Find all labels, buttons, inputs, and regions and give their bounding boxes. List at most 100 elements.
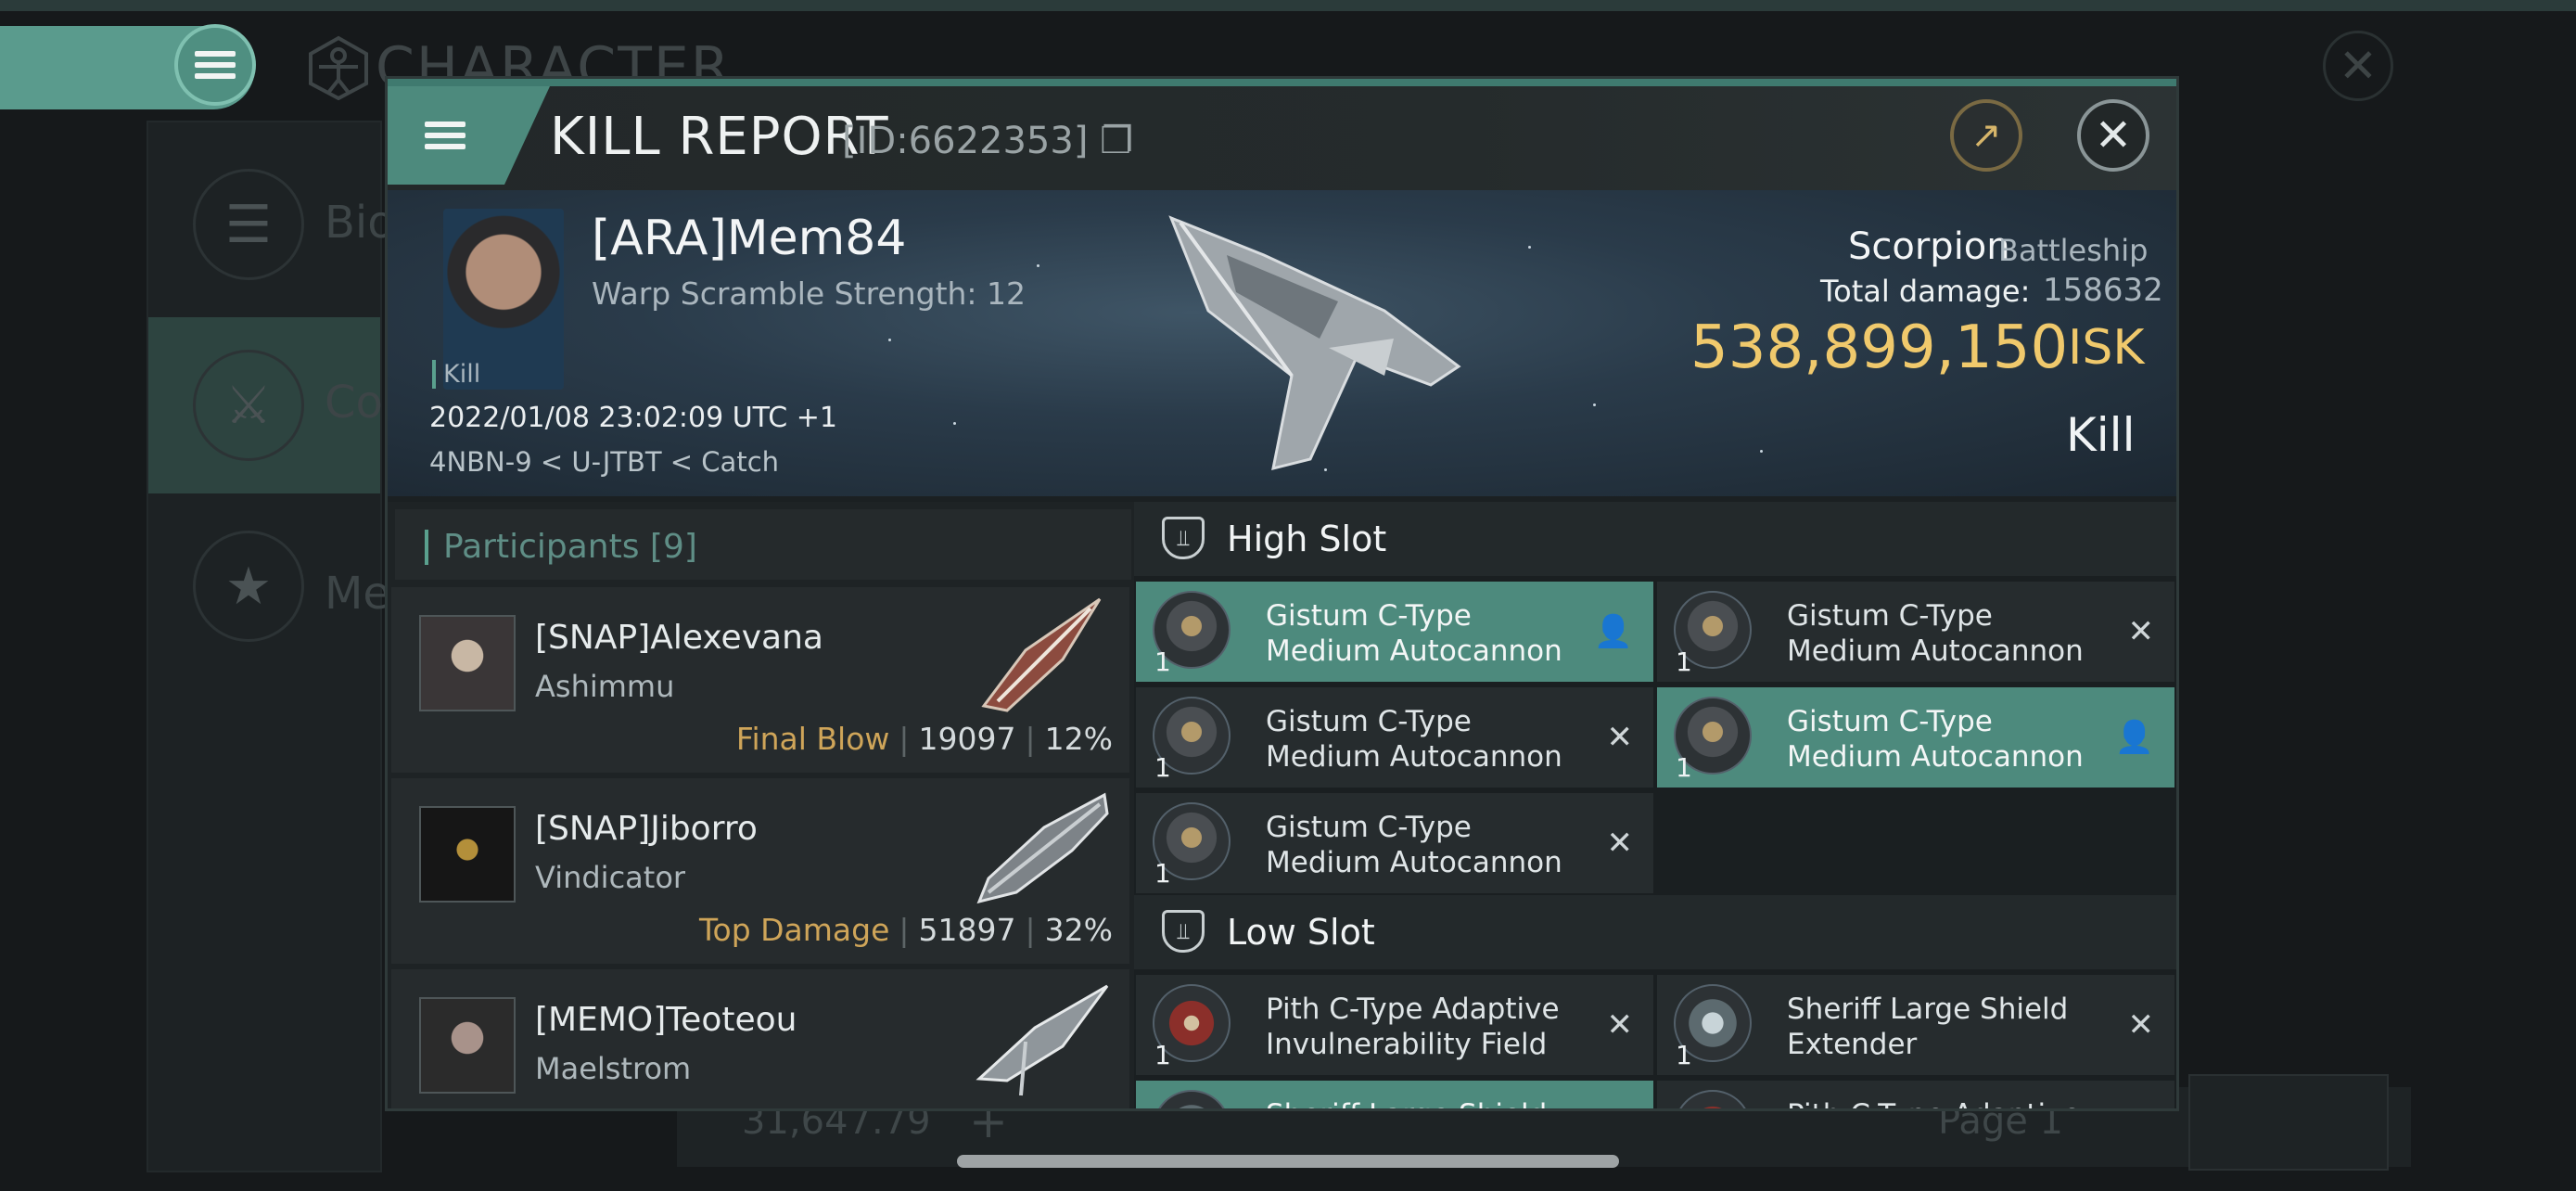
- kill-result: Kill: [2066, 408, 2136, 462]
- participant-avatar[interactable]: [419, 615, 516, 711]
- isk-unit: ISK: [2068, 320, 2145, 376]
- destroyed-x-icon: ✕: [2127, 1006, 2155, 1044]
- background-close-button[interactable]: ✕: [2323, 31, 2393, 101]
- low-slot-header: ⫫ Low Slot: [1134, 895, 2176, 969]
- participant-ship: Maelstrom: [535, 1051, 692, 1086]
- participants-count: [9]: [649, 528, 697, 566]
- home-indicator[interactable]: [957, 1155, 1619, 1168]
- kill-report-id[interactable]: [ID:6622353] ❐: [842, 120, 1133, 162]
- module-name: Sheriff Large Shield: [1266, 1097, 1590, 1108]
- module-quantity: 1: [1676, 752, 1692, 783]
- share-button[interactable]: ↗: [1950, 99, 2022, 172]
- final-blow-tag: Final Blow: [735, 721, 890, 757]
- participant-row[interactable]: [SNAP]Alexevana Ashimmu Final Blow | 19097…: [391, 587, 1129, 773]
- participant-row[interactable]: [MEMO]Teoteou Maelstrom: [391, 969, 1129, 1108]
- copy-icon: ❐: [1100, 120, 1134, 162]
- participant-ship: Vindicator: [535, 860, 686, 895]
- module-item[interactable]: 1 Gistum C-Type Medium Autocannon ✕: [1136, 793, 1653, 893]
- star-medal-icon: ★: [193, 531, 304, 642]
- module-name: Gistum C-Type Medium Autocannon: [1266, 705, 1562, 774]
- participant-damage: 51897: [918, 912, 1016, 948]
- close-button[interactable]: ✕: [2077, 99, 2149, 172]
- module-item[interactable]: 1 Gistum C-Type Medium Autocannon ✕: [1136, 687, 1653, 788]
- dialog-title: KILL REPORT: [550, 107, 889, 167]
- high-slot-icon: ⫫: [1162, 517, 1205, 559]
- top-status-bar: [0, 0, 2576, 11]
- participant-percent: 12%: [1044, 721, 1113, 757]
- hamburger-icon: [195, 45, 236, 84]
- vitruvian-icon: [309, 35, 368, 100]
- module-item[interactable]: 1 Sheriff Large Shield Extender ✕: [1657, 975, 2174, 1075]
- ship-name[interactable]: Scorpion: [1848, 225, 2010, 268]
- destroyed-x-icon: ✕: [1606, 825, 1634, 862]
- module-quantity: 1: [1154, 1040, 1171, 1070]
- participant-avatar[interactable]: [419, 806, 516, 903]
- total-damage-value: 158632: [2043, 272, 2163, 309]
- module-item[interactable]: Pith C-Type Adaptive: [1657, 1081, 2174, 1108]
- module-item[interactable]: 1 Gistum C-Type Medium Autocannon 👤: [1136, 582, 1653, 682]
- kill-report-dialog: KILL REPORT [ID:6622353] ❐ ↗ ✕ [ARA]Mem8…: [385, 76, 2179, 1111]
- module-item[interactable]: 1 Gistum C-Type Medium Autocannon 👤: [1657, 687, 2174, 788]
- participant-ship-render: [981, 597, 1102, 712]
- participant-name: [SNAP]Jiborro: [535, 810, 758, 848]
- hamburger-icon: [425, 116, 465, 155]
- top-damage-tag: Top Damage: [698, 912, 890, 948]
- module-quantity: 1: [1154, 752, 1171, 783]
- participant-row[interactable]: [SNAP]Jiborro Vindicator Top Damage | 5189…: [391, 778, 1129, 964]
- victim-banner: [ARA]Mem84 Warp Scramble Strength: 12 Ki…: [388, 190, 2176, 496]
- module-name: Gistum C-Type Medium Autocannon: [1787, 599, 2084, 668]
- victim-name[interactable]: [ARA]Mem84: [592, 211, 906, 266]
- destroyed-x-icon: ✕: [2127, 613, 2155, 650]
- character-sidebar: ☰ Bio ⚔ Co ★ Me: [147, 121, 395, 1172]
- participant-ship-render: [976, 984, 1109, 1096]
- destroyed-x-icon: ✕: [1606, 1006, 1634, 1044]
- list-icon: ☰: [193, 169, 304, 280]
- main-menu-button[interactable]: [174, 24, 256, 106]
- sidebar-item-medals[interactable]: ★ Me: [148, 521, 390, 698]
- participant-name: [SNAP]Alexevana: [535, 619, 823, 657]
- close-icon: ✕: [2339, 39, 2378, 93]
- participant-stats: Final Blow | 19097 | 12%: [735, 721, 1113, 757]
- pilot-icon: 👤: [2114, 719, 2154, 756]
- low-slot-icon: ⫫: [1162, 910, 1205, 953]
- kill-tag: Kill: [432, 360, 480, 389]
- ship-render[interactable]: [1153, 199, 1468, 478]
- kill-location[interactable]: 4NBN-9 < U-JTBT < Catch: [429, 446, 779, 478]
- participant-stats: Top Damage | 51897 | 32%: [698, 912, 1113, 948]
- module-name: Pith C-Type Adaptive Invulnerability Fiel…: [1266, 992, 1560, 1061]
- crossed-swords-icon: ⚔: [193, 350, 304, 461]
- participants-header[interactable]: Participants [9]: [395, 509, 1131, 580]
- participant-ship: Ashimmu: [535, 669, 675, 704]
- filter-button[interactable]: [2188, 1074, 2389, 1171]
- participants-title: Participants [9]: [425, 530, 697, 565]
- kill-datetime: 2022/01/08 23:02:09 UTC +1: [429, 402, 837, 434]
- module-quantity: 1: [1676, 647, 1692, 677]
- warp-scramble-strength: Warp Scramble Strength: 12: [592, 275, 1027, 312]
- high-slot-header: ⫫ High Slot: [1134, 502, 2176, 576]
- module-name: Gistum C-Type Medium Autocannon: [1787, 705, 2084, 774]
- fitting-panel: ⫫ High Slot 1 Gistum C-Type Medium Autoca…: [1134, 502, 2176, 1108]
- module-quantity: 1: [1676, 1040, 1692, 1070]
- module-item[interactable]: 1 Gistum C-Type Medium Autocannon ✕: [1657, 582, 2174, 682]
- participant-avatar[interactable]: [419, 997, 516, 1094]
- module-name: Gistum C-Type Medium Autocannon: [1266, 599, 1562, 668]
- isk-value: 538,899,150: [1690, 314, 2069, 382]
- invulnerability-field-icon: [1674, 1090, 1752, 1108]
- module-item[interactable]: 1 Pith C-Type Adaptive Invulnerability Fi…: [1136, 975, 1653, 1075]
- high-slot-label: High Slot: [1227, 519, 1387, 559]
- sidebar-item-combat[interactable]: ⚔ Co: [148, 317, 383, 493]
- sidebar-item-label: Me: [325, 568, 390, 620]
- participant-percent: 32%: [1044, 912, 1113, 948]
- participants-panel: Participants [9] [SNAP]Alexevana Ashimmu…: [388, 502, 1134, 1108]
- destroyed-x-icon: ✕: [1606, 719, 1634, 756]
- pilot-icon: 👤: [1593, 613, 1633, 650]
- low-slot-label: Low Slot: [1227, 912, 1375, 953]
- dialog-accent-bar: [388, 79, 2176, 86]
- module-quantity: 1: [1154, 647, 1171, 677]
- module-name: Sheriff Large Shield Extender: [1787, 992, 2069, 1061]
- module-item[interactable]: Sheriff Large Shield: [1136, 1081, 1653, 1108]
- module-quantity: 1: [1154, 858, 1171, 889]
- close-icon: ✕: [2094, 109, 2133, 161]
- participants-label: Participants: [443, 528, 640, 566]
- external-link-icon: ↗: [1970, 114, 2002, 157]
